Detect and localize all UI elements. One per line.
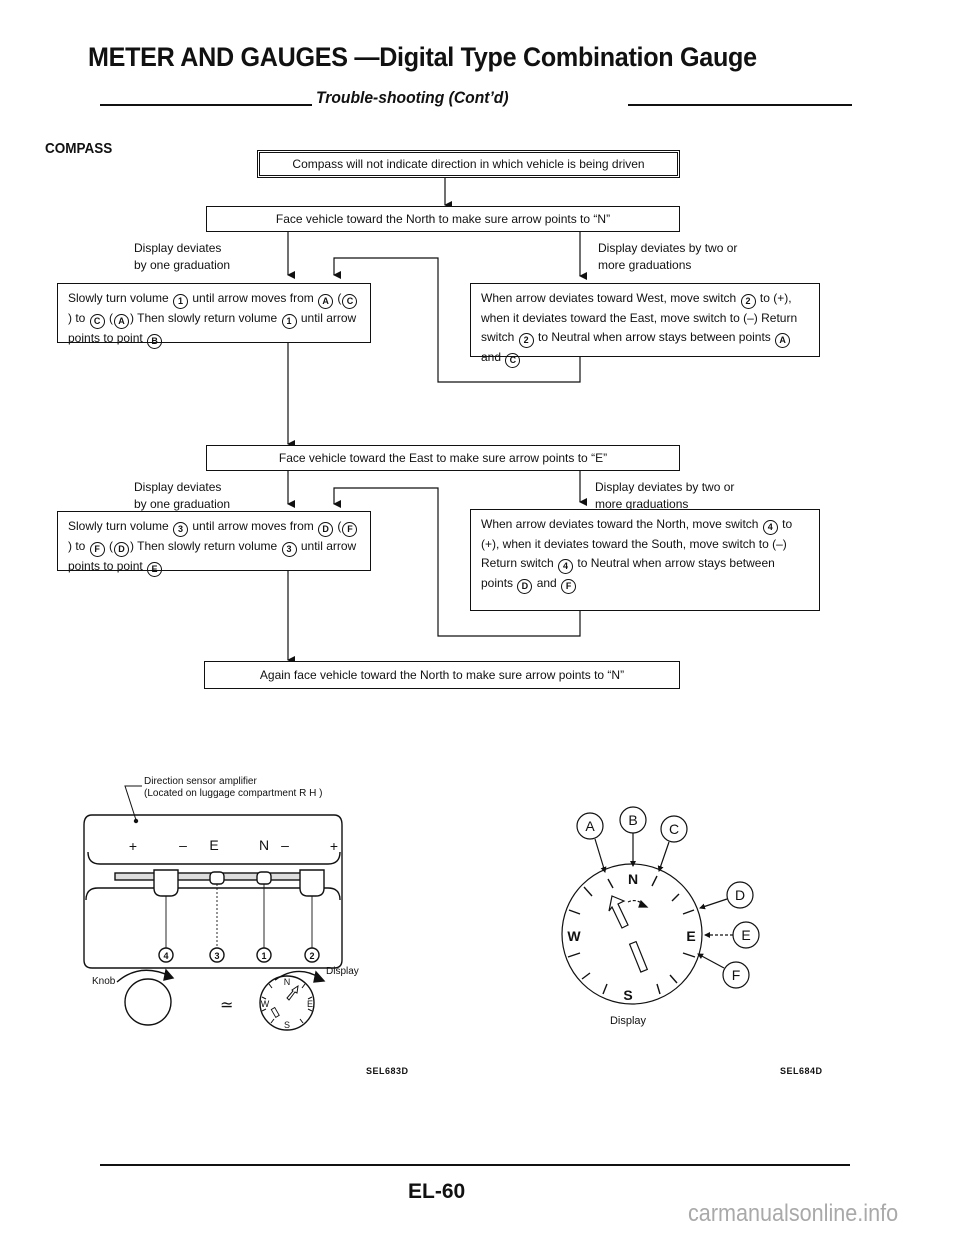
circled-callout: A	[775, 332, 791, 348]
callout-2-label: 2	[309, 951, 314, 961]
amplifier-upper-panel	[87, 851, 341, 865]
east-branch-two-line1: Display deviates by two or	[595, 480, 735, 494]
north-branch-two-line1: Display deviates by two or	[598, 241, 738, 255]
north-branch-one-line2: by one graduation	[134, 258, 231, 272]
leader-dot	[133, 818, 139, 824]
symptom-text: Compass will not indicate direction in w…	[292, 156, 645, 171]
north-branch-two-line2: more graduations	[598, 258, 692, 272]
panel-mark-e: E	[209, 837, 218, 853]
display-caption: Display	[610, 1015, 647, 1027]
flowchart-connectors	[287, 176, 587, 664]
step-east-text: Face vehicle toward the East to make sur…	[278, 450, 608, 465]
mini-compass-w: W	[261, 999, 270, 1009]
circled-callout: F	[89, 542, 105, 557]
circled-callout: 4	[558, 558, 574, 574]
figure-code-left: SEL683D	[366, 1066, 409, 1076]
bottom-rule	[100, 1164, 850, 1166]
amplifier-label-line1: Direction sensor amplifier	[144, 776, 257, 787]
callout-1-label: 1	[261, 951, 266, 961]
step-north-box: Face vehicle toward the North to make su…	[206, 206, 680, 232]
approx-symbol: ≃	[220, 997, 233, 1014]
circled-callout: E	[147, 562, 163, 577]
north-branch-one-label: Display deviates by one graduation	[134, 240, 230, 274]
circled-callout: F	[342, 522, 358, 537]
switch-2	[299, 869, 325, 897]
compass-arrow-tail	[628, 940, 649, 973]
mini-compass-n: N	[284, 977, 291, 987]
compass-n: N	[628, 871, 638, 887]
mini-compass-arrow	[286, 984, 299, 1001]
north-fix-two-box: When arrow deviates toward West, move sw…	[470, 283, 820, 368]
step-north-text: Face vehicle toward the North to make su…	[275, 211, 611, 226]
east-fix-one-text: Slowly turn volume 3 until arrow moves f…	[68, 517, 360, 577]
amplifier-label-line2: (Located on luggage compartment R H )	[144, 788, 322, 799]
circled-callout: B	[147, 334, 163, 349]
east-fix-two-text: When arrow deviates toward the North, mo…	[481, 515, 809, 594]
circled-callout: C	[342, 294, 358, 309]
circled-callout: 2	[740, 294, 756, 309]
amplifier-figure: 4 3 1 2 N E S W Direction sensor amplifi…	[83, 776, 359, 1031]
panel-mark-plus-left: +	[129, 838, 137, 854]
knob-icon	[124, 978, 172, 1026]
step-east-box: Face vehicle toward the East to make sur…	[206, 445, 680, 471]
circled-callout: 2	[518, 332, 534, 348]
east-fix-two-box: When arrow deviates toward the North, mo…	[470, 509, 820, 611]
callout-4-label: 4	[163, 951, 168, 961]
east-branch-two-label: Display deviates by two or more graduati…	[595, 479, 734, 513]
mini-compass-s: S	[284, 1020, 290, 1030]
circled-callout: D	[318, 522, 334, 537]
north-branch-two-label: Display deviates by two or more graduati…	[598, 240, 737, 274]
switch-4	[153, 869, 179, 897]
point-d-label: D	[735, 887, 745, 903]
panel-mark-n: N	[259, 837, 269, 853]
circled-callout: 1	[173, 294, 189, 309]
panel-mark-plus-right: +	[330, 838, 338, 854]
north-fix-two-text: When arrow deviates toward West, move sw…	[481, 289, 809, 368]
circled-callout: 3	[173, 522, 189, 537]
point-b-label: B	[628, 812, 637, 828]
point-a-label: A	[585, 818, 595, 834]
compass-arrow	[608, 895, 629, 929]
panel-mark-minus-right: –	[281, 837, 289, 853]
panel-mark-minus-left: –	[179, 837, 187, 853]
circled-callout: A	[318, 294, 334, 309]
volume-1	[256, 871, 272, 885]
point-f-label: F	[732, 967, 741, 983]
final-step-box: Again face vehicle toward the North to m…	[204, 661, 680, 689]
final-step-text: Again face vehicle toward the North to m…	[259, 667, 625, 682]
knob-label: Knob	[92, 976, 116, 987]
circled-callout: A	[114, 314, 130, 329]
circled-callout: C	[89, 314, 105, 329]
knob-rotation-arrow	[116, 969, 171, 983]
east-branch-one-line1: Display deviates	[134, 480, 222, 494]
compass-w: W	[567, 928, 581, 944]
north-fix-one-box: Slowly turn volume 1 until arrow moves f…	[57, 283, 371, 349]
display-label: Display	[326, 966, 359, 977]
page-number: EL-60	[408, 1180, 466, 1203]
circled-callout: 4	[762, 520, 778, 535]
circled-callout: D	[114, 542, 130, 557]
circled-callout: D	[517, 578, 533, 594]
watermark: carmanualsonline.info	[688, 1200, 899, 1227]
compass-s: S	[623, 987, 632, 1003]
symptom-box: Compass will not indicate direction in w…	[257, 150, 680, 178]
callout-3-label: 3	[214, 951, 219, 961]
circled-callout: 3	[281, 542, 297, 557]
east-branch-one-label: Display deviates by one graduation	[134, 479, 230, 513]
point-e-label: E	[741, 927, 750, 943]
figure-code-right: SEL684D	[780, 1066, 823, 1076]
north-branch-one-line1: Display deviates	[134, 241, 222, 255]
point-c-label: C	[669, 821, 679, 837]
circled-callout: C	[505, 352, 521, 368]
volume-3	[209, 871, 225, 885]
mini-compass-e: E	[307, 999, 313, 1009]
north-fix-one-text: Slowly turn volume 1 until arrow moves f…	[68, 289, 360, 349]
circled-callout: F	[561, 578, 577, 594]
display-figure: A B C D E F N E S W Display	[561, 806, 760, 1027]
east-fix-one-box: Slowly turn volume 3 until arrow moves f…	[57, 511, 371, 577]
circled-callout: 1	[281, 314, 297, 329]
compass-e: E	[686, 928, 695, 944]
